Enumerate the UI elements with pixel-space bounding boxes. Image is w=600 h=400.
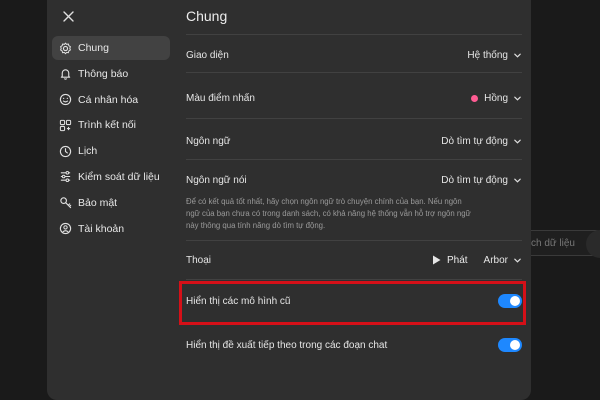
divider [186, 240, 522, 241]
user-icon [59, 222, 72, 235]
chevron-down-icon [514, 139, 521, 144]
sidebar-item-connectors[interactable]: Trình kết nối [52, 113, 170, 137]
sidebar-item-personalization[interactable]: Cá nhân hóa [52, 88, 170, 112]
chevron-down-icon [514, 178, 521, 183]
accent-color-dropdown[interactable]: Hồng [471, 93, 522, 104]
play-voice-button[interactable]: Phát [432, 255, 468, 266]
clock-icon [59, 145, 72, 157]
setting-row-language: Ngôn ngữ Dò tìm tự động [186, 131, 522, 151]
divider [186, 72, 522, 73]
setting-label: Ngôn ngữ [186, 135, 231, 147]
divider [186, 118, 522, 119]
voice-dropdown[interactable]: Arbor [484, 255, 522, 266]
sidebar-item-label: Tài khoản [78, 222, 125, 235]
play-label: Phát [446, 254, 468, 266]
connector-icon [59, 119, 72, 132]
sidebar-item-account[interactable]: Tài khoản [52, 217, 170, 241]
page-title: Chung [186, 8, 228, 24]
highlight-box [179, 281, 526, 325]
settings-nav: Chung Thông báo Cá nhân hóa Trình kết nố… [52, 36, 170, 242]
settings-modal: Chung Thông báo Cá nhân hóa Trình kết nố… [47, 0, 531, 400]
sidebar-item-label: Cá nhân hóa [78, 93, 139, 106]
dropdown-value: Hồng [484, 92, 508, 104]
setting-label: Thoại [186, 254, 212, 266]
setting-row-voice: Thoại Phát Arbor [186, 250, 522, 270]
shield-icon [60, 197, 72, 209]
language-dropdown[interactable]: Dò tìm tự động [441, 136, 522, 147]
settings-sidebar: Chung Thông báo Cá nhân hóa Trình kết nố… [47, 0, 177, 400]
setting-label: Hiển thị đề xuất tiếp theo trong các đoạ… [186, 339, 388, 351]
sidebar-item-data-controls[interactable]: Kiểm soát dữ liệu [52, 165, 170, 189]
appearance-dropdown[interactable]: Hệ thống [467, 50, 522, 61]
sidebar-item-label: Chung [78, 42, 109, 54]
setting-row-appearance: Giao diện Hệ thống [186, 45, 522, 65]
close-icon [62, 10, 74, 22]
setting-row-accent-color: Màu điểm nhấn Hồng [186, 88, 522, 108]
settings-content: Chung Giao diện Hệ thống Màu điểm nhấn H… [186, 0, 522, 400]
accent-color-swatch [471, 94, 479, 102]
data-control-icon [60, 171, 71, 183]
dropdown-value: Hệ thống [467, 49, 508, 61]
setting-label: Giao diện [186, 49, 229, 61]
divider [186, 279, 522, 280]
dropdown-value: Dò tìm tự động [441, 135, 508, 147]
setting-label: Ngôn ngữ nói [186, 174, 247, 186]
bell-icon [60, 69, 71, 80]
sidebar-item-label: Thông báo [78, 67, 129, 80]
setting-row-spoken-language: Ngôn ngữ nói Dò tìm tự động [186, 170, 522, 190]
sidebar-item-general[interactable]: Chung [52, 36, 170, 60]
divider [186, 34, 522, 35]
sidebar-item-label: Lịch [78, 145, 98, 158]
setting-label: Màu điểm nhấn [186, 92, 255, 104]
setting-row-follow-up-suggestions: Hiển thị đề xuất tiếp theo trong các đoạ… [186, 335, 522, 355]
sidebar-item-security[interactable]: Bảo mật [52, 191, 170, 215]
sidebar-item-calendar[interactable]: Lịch [52, 139, 170, 163]
follow-up-suggestions-toggle[interactable] [498, 338, 522, 352]
divider [186, 159, 522, 160]
dropdown-value: Arbor [483, 254, 508, 266]
sidebar-item-notifications[interactable]: Thông báo [52, 62, 170, 86]
sidebar-item-label: Trình kết nối [78, 119, 136, 132]
sidebar-item-label: Kiểm soát dữ liệu [78, 170, 160, 183]
chevron-down-icon [514, 96, 521, 101]
gear-icon [60, 42, 71, 54]
chevron-down-icon [514, 53, 521, 58]
close-button[interactable] [58, 6, 78, 26]
play-icon [432, 255, 441, 265]
smile-icon [59, 93, 72, 106]
spoken-language-description: Để có kết quả tốt nhất, hãy chọn ngôn ng… [186, 197, 471, 230]
spoken-language-dropdown[interactable]: Dò tìm tự động [441, 175, 522, 186]
dropdown-value: Dò tìm tự động [441, 174, 508, 186]
sidebar-item-label: Bảo mật [78, 196, 118, 209]
toggle-knob [510, 340, 520, 350]
chevron-down-icon [514, 258, 521, 263]
